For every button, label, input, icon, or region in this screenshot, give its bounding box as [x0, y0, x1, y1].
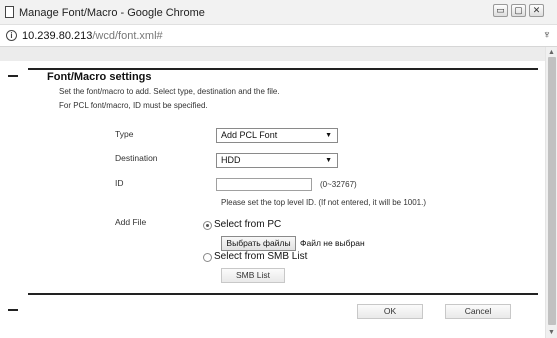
- cancel-button[interactable]: Cancel: [445, 304, 511, 319]
- id-hint: Please set the top level ID. (If not ent…: [221, 198, 426, 207]
- divider-dash: [8, 75, 18, 77]
- smb-list-button[interactable]: SMB List: [221, 268, 285, 283]
- page-content: Font/Macro settings Set the font/macro t…: [0, 47, 545, 338]
- info-icon[interactable]: i: [6, 30, 17, 41]
- type-label: Type: [115, 129, 134, 139]
- destination-select-value: HDD: [221, 155, 241, 165]
- destination-label: Destination: [115, 153, 158, 163]
- file-status: Файл не выбран: [300, 238, 365, 248]
- close-button[interactable]: ✕: [529, 4, 544, 17]
- window-title: Manage Font/Macro - Google Chrome: [19, 7, 205, 19]
- puzzle-icon[interactable]: ♆: [543, 29, 551, 41]
- id-input[interactable]: [216, 178, 312, 191]
- chevron-down-icon: ▼: [325, 157, 332, 164]
- maximize-button[interactable]: ▢: [511, 4, 526, 17]
- divider-bottom: [28, 293, 538, 295]
- radio-select-from-pc[interactable]: [203, 221, 212, 230]
- scroll-up-icon[interactable]: ▲: [548, 49, 555, 56]
- description-line-2: For PCL font/macro, ID must be specified…: [59, 101, 208, 110]
- url[interactable]: 10.239.80.213/wcd/font.xml#: [22, 30, 163, 42]
- minimize-button[interactable]: ▭: [493, 4, 508, 17]
- divider-dash: [8, 309, 18, 311]
- radio-label-select-from-smb[interactable]: Select from SMB List: [214, 251, 307, 262]
- url-host: 10.239.80.213: [22, 30, 93, 42]
- chevron-down-icon: ▼: [325, 132, 332, 139]
- page-heading: Font/Macro settings: [47, 71, 152, 83]
- divider-top: [28, 68, 538, 70]
- page-icon: [5, 6, 14, 18]
- radio-label-select-from-pc[interactable]: Select from PC: [214, 219, 281, 230]
- id-label: ID: [115, 178, 124, 188]
- url-path: /wcd/font.xml#: [92, 30, 163, 42]
- destination-select[interactable]: HDD ▼: [216, 153, 338, 168]
- scroll-thumb[interactable]: [548, 57, 556, 325]
- add-file-label: Add File: [115, 217, 147, 227]
- id-range: (0~32767): [320, 180, 357, 189]
- scroll-down-icon[interactable]: ▼: [548, 329, 555, 336]
- description-line-1: Set the font/macro to add. Select type, …: [59, 87, 280, 96]
- top-strip: [0, 47, 545, 61]
- radio-select-from-smb[interactable]: [203, 253, 212, 262]
- scrollbar[interactable]: ▲ ▼: [545, 47, 557, 338]
- type-select[interactable]: Add PCL Font ▼: [216, 128, 338, 143]
- choose-file-button[interactable]: Выбрать файлы: [221, 236, 296, 251]
- address-bar[interactable]: i 10.239.80.213/wcd/font.xml# ♆: [0, 25, 557, 47]
- ok-button[interactable]: OK: [357, 304, 423, 319]
- type-select-value: Add PCL Font: [221, 130, 278, 140]
- title-bar: Manage Font/Macro - Google Chrome ▭ ▢ ✕: [0, 0, 557, 25]
